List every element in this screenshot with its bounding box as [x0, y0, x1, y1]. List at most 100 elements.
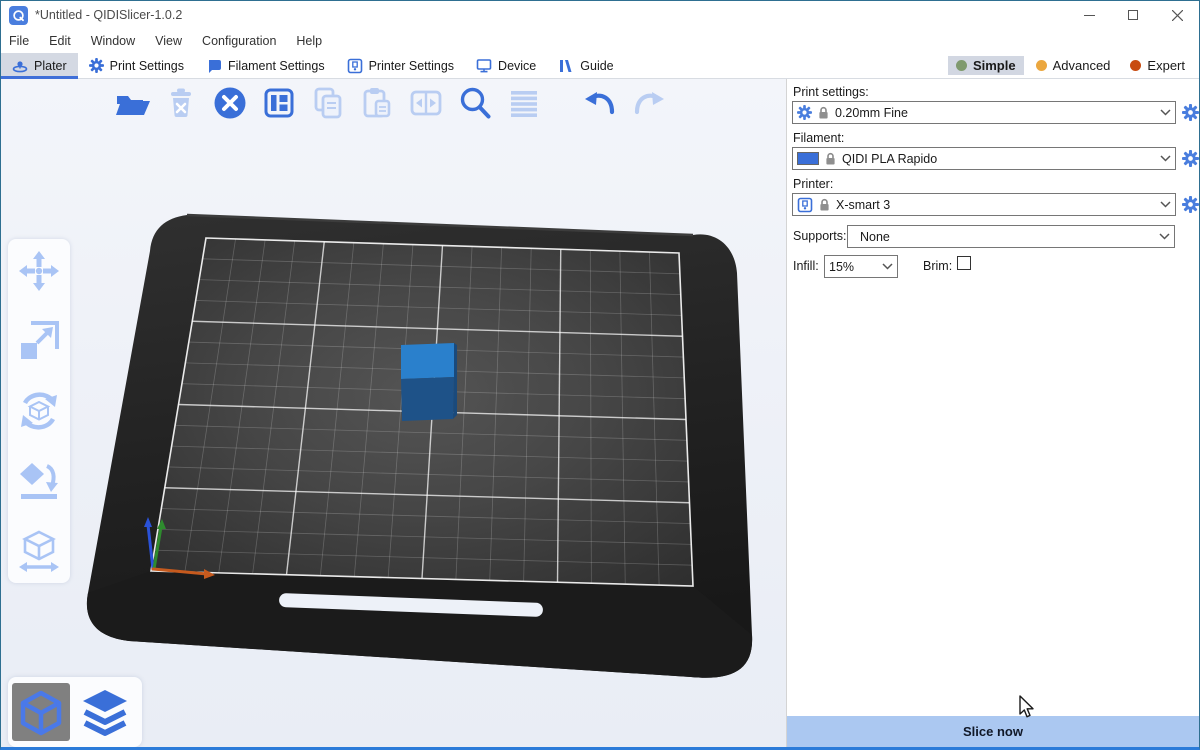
tab-device[interactable]: Device	[465, 53, 547, 78]
simple-dot-icon	[956, 60, 967, 71]
mode-simple[interactable]: Simple	[948, 56, 1024, 75]
minimize-button[interactable]	[1067, 1, 1111, 29]
open-button[interactable]	[113, 84, 151, 122]
printer-label: Printer:	[793, 177, 833, 191]
place-on-face-icon[interactable]	[17, 459, 61, 503]
redo-button[interactable]	[630, 84, 668, 122]
menu-file[interactable]: File	[9, 31, 39, 51]
lock-icon	[819, 198, 830, 212]
supports-combo[interactable]: None	[847, 225, 1175, 248]
scale-icon[interactable]	[17, 319, 61, 363]
plater-toolbar	[113, 84, 668, 122]
tab-plater-label: Plater	[34, 59, 67, 73]
gear-icon	[89, 58, 104, 73]
measure-icon[interactable]	[17, 529, 61, 573]
slice-now-button[interactable]: Slice now	[787, 716, 1199, 747]
gear-icon	[1182, 104, 1199, 121]
settings-panel: Print settings: 0.20mm Fine Filament:	[786, 79, 1199, 747]
printer-icon	[347, 58, 363, 74]
model-cube[interactable]	[401, 343, 457, 421]
chevron-down-icon	[1160, 109, 1171, 116]
brim-label: Brim:	[923, 259, 952, 273]
tab-guide[interactable]: Guide	[547, 53, 624, 78]
app-logo-icon	[9, 6, 28, 25]
view-toggle-bar	[8, 677, 142, 747]
title-bar: *Untitled - QIDISlicer-1.0.2	[1, 1, 1199, 29]
advanced-dot-icon	[1036, 60, 1047, 71]
tab-printer-settings[interactable]: Printer Settings	[336, 53, 465, 78]
filament-color-swatch	[797, 152, 819, 165]
filament-combo[interactable]: QIDI PLA Rapido	[792, 147, 1176, 170]
filament-icon	[206, 58, 222, 74]
mode-expert-label: Expert	[1147, 58, 1185, 73]
menu-window[interactable]: Window	[91, 31, 145, 51]
expert-dot-icon	[1130, 60, 1141, 71]
filament-value: QIDI PLA Rapido	[842, 152, 1154, 166]
cube-3d-icon	[17, 688, 65, 736]
filament-gear-button[interactable]	[1181, 149, 1199, 167]
viewport-3d[interactable]	[1, 79, 786, 747]
lock-icon	[818, 106, 829, 120]
tab-filament-settings[interactable]: Filament Settings	[195, 53, 336, 78]
arrange-button[interactable]	[260, 84, 298, 122]
menu-configuration[interactable]: Configuration	[202, 31, 286, 51]
move-icon[interactable]	[17, 249, 61, 293]
slice-now-label: Slice now	[963, 724, 1023, 739]
chevron-down-icon	[882, 263, 893, 270]
tab-device-label: Device	[498, 59, 536, 73]
tab-filament-settings-label: Filament Settings	[228, 59, 325, 73]
menu-help[interactable]: Help	[296, 31, 332, 51]
tab-printer-settings-label: Printer Settings	[369, 59, 454, 73]
printer-gear-button[interactable]	[1181, 195, 1199, 213]
tab-plater[interactable]: Plater	[1, 53, 78, 78]
printer-combo[interactable]: X-smart 3	[792, 193, 1176, 216]
supports-value: None	[852, 230, 1153, 244]
infill-value: 15%	[829, 260, 876, 274]
tab-print-settings-label: Print Settings	[110, 59, 184, 73]
mode-advanced-label: Advanced	[1053, 58, 1111, 73]
gear-icon	[797, 105, 812, 120]
mode-expert[interactable]: Expert	[1122, 56, 1193, 75]
preview-layers-view-button[interactable]	[76, 683, 134, 741]
3d-editor-view-button[interactable]	[12, 683, 70, 741]
mode-selector: Simple Advanced Expert	[948, 53, 1193, 78]
print-settings-label: Print settings:	[793, 85, 869, 99]
copy-button[interactable]	[309, 84, 347, 122]
print-settings-gear-button[interactable]	[1181, 103, 1199, 121]
tray-front-face	[87, 571, 752, 678]
printer-value: X-smart 3	[836, 198, 1154, 212]
delete-all-button[interactable]	[211, 84, 249, 122]
rotate-icon[interactable]	[17, 389, 61, 433]
close-button[interactable]	[1155, 1, 1199, 29]
mode-advanced[interactable]: Advanced	[1028, 56, 1119, 75]
layers-button[interactable]	[505, 84, 543, 122]
gizmo-toolbar	[8, 239, 70, 583]
menu-edit[interactable]: Edit	[49, 31, 81, 51]
tab-bar: Plater Print Settings Filament Settings …	[1, 53, 1199, 79]
menu-view[interactable]: View	[155, 31, 192, 51]
delete-button[interactable]	[162, 84, 200, 122]
print-settings-combo[interactable]: 0.20mm Fine	[792, 101, 1176, 124]
print-settings-value: 0.20mm Fine	[835, 106, 1154, 120]
chevron-down-icon	[1160, 201, 1171, 208]
layers-stack-icon	[79, 686, 131, 738]
gear-icon	[1182, 196, 1199, 213]
search-button[interactable]	[456, 84, 494, 122]
app-window: *Untitled - QIDISlicer-1.0.2 File Edit W…	[0, 0, 1200, 750]
lock-icon	[825, 152, 836, 166]
printer-icon	[797, 197, 813, 213]
plater-icon	[12, 58, 28, 74]
mode-simple-label: Simple	[973, 58, 1016, 73]
tab-guide-label: Guide	[580, 59, 613, 73]
undo-button[interactable]	[581, 84, 619, 122]
menu-bar: File Edit Window View Configuration Help	[1, 29, 1199, 53]
infill-label: Infill:	[793, 259, 819, 273]
maximize-button[interactable]	[1111, 1, 1155, 29]
paste-button[interactable]	[358, 84, 396, 122]
filament-label: Filament:	[793, 131, 844, 145]
tab-print-settings[interactable]: Print Settings	[78, 53, 195, 78]
split-button[interactable]	[407, 84, 445, 122]
device-icon	[476, 58, 492, 74]
brim-checkbox[interactable]	[957, 256, 971, 270]
infill-combo[interactable]: 15%	[824, 255, 898, 278]
